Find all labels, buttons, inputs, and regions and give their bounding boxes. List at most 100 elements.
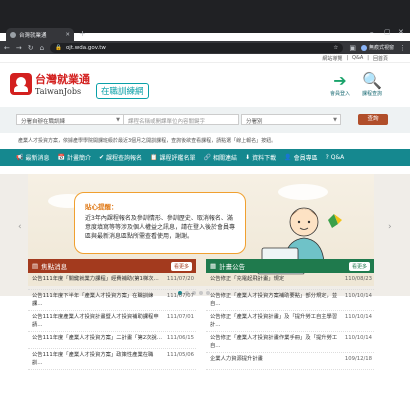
list-item[interactable]: 公告修正「產業人才投資計畫」及「提升勞工自主學習計… 110/10/14 [206,311,374,332]
list-item-date: 110/10/14 [344,335,372,341]
focus-news-title: 焦點消息 [41,263,68,271]
list-item-title: 公告修正「產業人才投資方案補助要點」部分規定，並自… [210,293,338,307]
new-tab-icon[interactable]: + [79,29,86,38]
home-icon[interactable]: ⌂ [40,44,44,52]
window-close-icon[interactable]: ✕ [398,28,404,36]
address-bar[interactable]: 🔒 ojt.wda.gov.tw ☆ [50,42,344,53]
lock-icon: 🔒 [55,44,62,51]
calendar-icon: ▦ [210,262,217,270]
list-item-title: 公告修正「產業人才投資計畫作業手冊」及「提升勞工自… [210,335,338,349]
extensions-icon[interactable]: ▣ [349,44,356,52]
logo-en: TaiwanJobs [35,87,82,96]
user-icon: 👤 [284,154,292,161]
list-item-title: 公告修正「產業人才投資計畫」及「提升勞工自主學習計… [210,314,338,328]
profile-button[interactable]: 無痕式視窗 [360,44,394,51]
nav-label: 課程查詢報名 [106,155,143,162]
news-panels: ▤ 焦點消息 看更多 公告111年度「關鍵就業力課程」經費補助(第1梯次… 111… [28,259,374,370]
forward-icon[interactable]: → [16,44,22,52]
close-tab-icon[interactable]: ✕ [65,32,70,38]
question-icon: ? [325,154,329,161]
search-button[interactable]: 查詢 [358,114,388,125]
list-item[interactable]: 企業人力資源提升計畫 109/12/18 [206,353,374,370]
list-item[interactable]: 公告111年度「產業人才投資方案」二計畫「第2次說… 111/06/15 [28,332,196,349]
tab-title: 台灣就業通 [19,32,47,39]
list-item[interactable]: 公告111年度下半年「產業人才投資方案」在職訓練課… 111/07/07 [28,290,196,311]
nav-label: 課程評鑑名單 [159,155,196,162]
minimize-icon[interactable]: – [370,28,374,36]
nav-course-evaluation[interactable]: 📋 課程評鑑名單 [150,153,196,162]
maximize-icon[interactable]: ▢ [384,28,391,36]
back-icon[interactable]: ← [4,44,10,52]
news-icon: ▤ [32,262,39,270]
member-login-button[interactable]: ➔ 會員登入 [330,71,351,98]
qa-link[interactable]: Q&A [352,55,363,61]
home-link[interactable]: 回首頁 [373,55,388,62]
site-logo[interactable]: 台灣就業通 TaiwanJobs [10,71,90,96]
branch-select[interactable]: 分署別 ▼ [241,114,341,125]
reminder-title: 貼心提醒： [85,203,118,211]
nav-member-area[interactable]: 👤 會員專區 [284,153,318,162]
check-icon: ✔ [99,154,105,161]
focus-news-header: ▤ 焦點消息 看更多 [28,259,196,273]
login-arrow-icon: ➔ [333,71,347,90]
plan-notice-panel: ▦ 計畫公告 看更多 公告修正「充電起飛計畫」規定 110/08/23 公告修正「產… [206,259,374,370]
nav-label: Q&A [330,154,345,161]
member-login-label: 會員登入 [330,91,351,97]
list-item[interactable]: 公告修正「充電起飛計畫」規定 110/08/23 [206,273,374,290]
list-item-date: 111/07/01 [166,314,194,320]
browser-toolbar: ← → ↻ ⌂ 🔒 ojt.wda.gov.tw ☆ ▣ 無痕式視窗 ⋮ [0,41,410,54]
course-search-label: 課程查詢 [362,91,383,97]
list-item[interactable]: 公告111年度「產業人才投資方案」政策性產業在職訓… 111/05/06 [28,349,196,370]
cloud-decoration [278,184,328,200]
list-item-date: 111/06/15 [166,335,194,341]
nav-qa[interactable]: ? Q&A [326,154,345,161]
nav-plan-intro[interactable]: 📅 計畫簡介 [58,153,92,162]
site-header: 台灣就業通 TaiwanJobs 在職訓練網 ➔ 會員登入 🔍 課程查詢 [0,63,410,107]
nav-latest-news[interactable]: 📢 最新消息 [16,153,50,162]
plan-notice-title: 計畫公告 [219,263,246,271]
carousel-next-icon[interactable]: › [388,222,392,232]
logo-cn: 台灣就業通 [35,73,90,86]
keyword-input[interactable]: 課程名稱或開課單位內容關鍵字 [124,114,239,125]
magnifier-icon: 🔍 [362,71,382,90]
download-icon: ⬇ [245,154,251,161]
browser-tab[interactable]: 台灣就業通 ✕ [6,28,74,41]
nav-label: 相關連結 [213,155,238,162]
nav-label: 最新消息 [25,155,50,162]
incognito-icon [360,44,367,51]
nav-course-signup[interactable]: ✔ 課程查詢報名 [99,153,142,162]
list-item-date: 110/10/14 [344,293,372,299]
carousel-prev-icon[interactable]: ‹ [18,222,22,232]
list-item[interactable]: 公告修正「產業人才投資計畫作業手冊」及「提升勞工自… 110/10/14 [206,332,374,353]
bookmark-star-icon[interactable]: ☆ [333,45,338,51]
list-item-title: 公告修正「充電起飛計畫」規定 [210,276,285,282]
focus-news-more-button[interactable]: 看更多 [170,261,192,271]
category-select[interactable]: 分署自辦在職訓練 ▼ [16,114,124,125]
course-search-button[interactable]: 🔍 課程查詢 [362,71,383,98]
nav-related-links[interactable]: 🔗 相關連結 [204,153,238,162]
list-item-date: 111/05/06 [166,352,194,358]
keyword-placeholder: 課程名稱或開課單位內容關鍵字 [128,119,206,125]
focus-news-list: 公告111年度「關鍵就業力課程」經費補助(第1梯次… 111/07/20 公告111… [28,273,196,370]
profile-label: 無痕式視窗 [368,45,394,51]
search-bar: 分署自辦在職訓練 ▼ 課程名稱或開課單位內容關鍵字 分署別 ▼ 查詢 [0,107,410,133]
branch-value: 分署別 [246,119,263,125]
plan-notice-more-button[interactable]: 看更多 [348,261,370,271]
list-item[interactable]: 公告111年度「關鍵就業力課程」經費補助(第1梯次… 111/07/20 [28,273,196,290]
list-item[interactable]: 公告111年度產業人才投資計畫暨人才投資補助課程申請… 111/07/01 [28,311,196,332]
sitemap-link[interactable]: 網站導覽 [322,55,342,62]
list-item-title: 公告111年度產業人才投資計畫暨人才投資補助課程申請… [32,314,159,328]
nav-label: 計畫簡介 [66,155,91,162]
notice-text: 產業人才投資方案，依據產學學院開課班級於最近3個月之開訓課程，查詢後欲查看課程，… [18,138,277,144]
clipboard-icon: 📋 [150,154,158,161]
nav-downloads[interactable]: ⬇ 資料下載 [245,153,276,162]
reload-icon[interactable]: ↻ [28,44,34,52]
list-item[interactable]: 公告修正「產業人才投資方案補助要點」部分規定，並自… 110/10/14 [206,290,374,311]
list-item-title: 企業人力資源提升計畫 [210,356,263,362]
list-item-date: 110/10/14 [344,314,372,320]
list-item-date: 111/07/07 [166,293,194,299]
calendar-icon: 📅 [57,154,65,161]
web-page: 網站導覽 | Q&A | 回首頁 台灣就業通 TaiwanJobs 在職訓練網 … [0,54,410,410]
menu-kebab-icon[interactable]: ⋮ [399,44,406,52]
plan-notice-header: ▦ 計畫公告 看更多 [206,259,374,273]
